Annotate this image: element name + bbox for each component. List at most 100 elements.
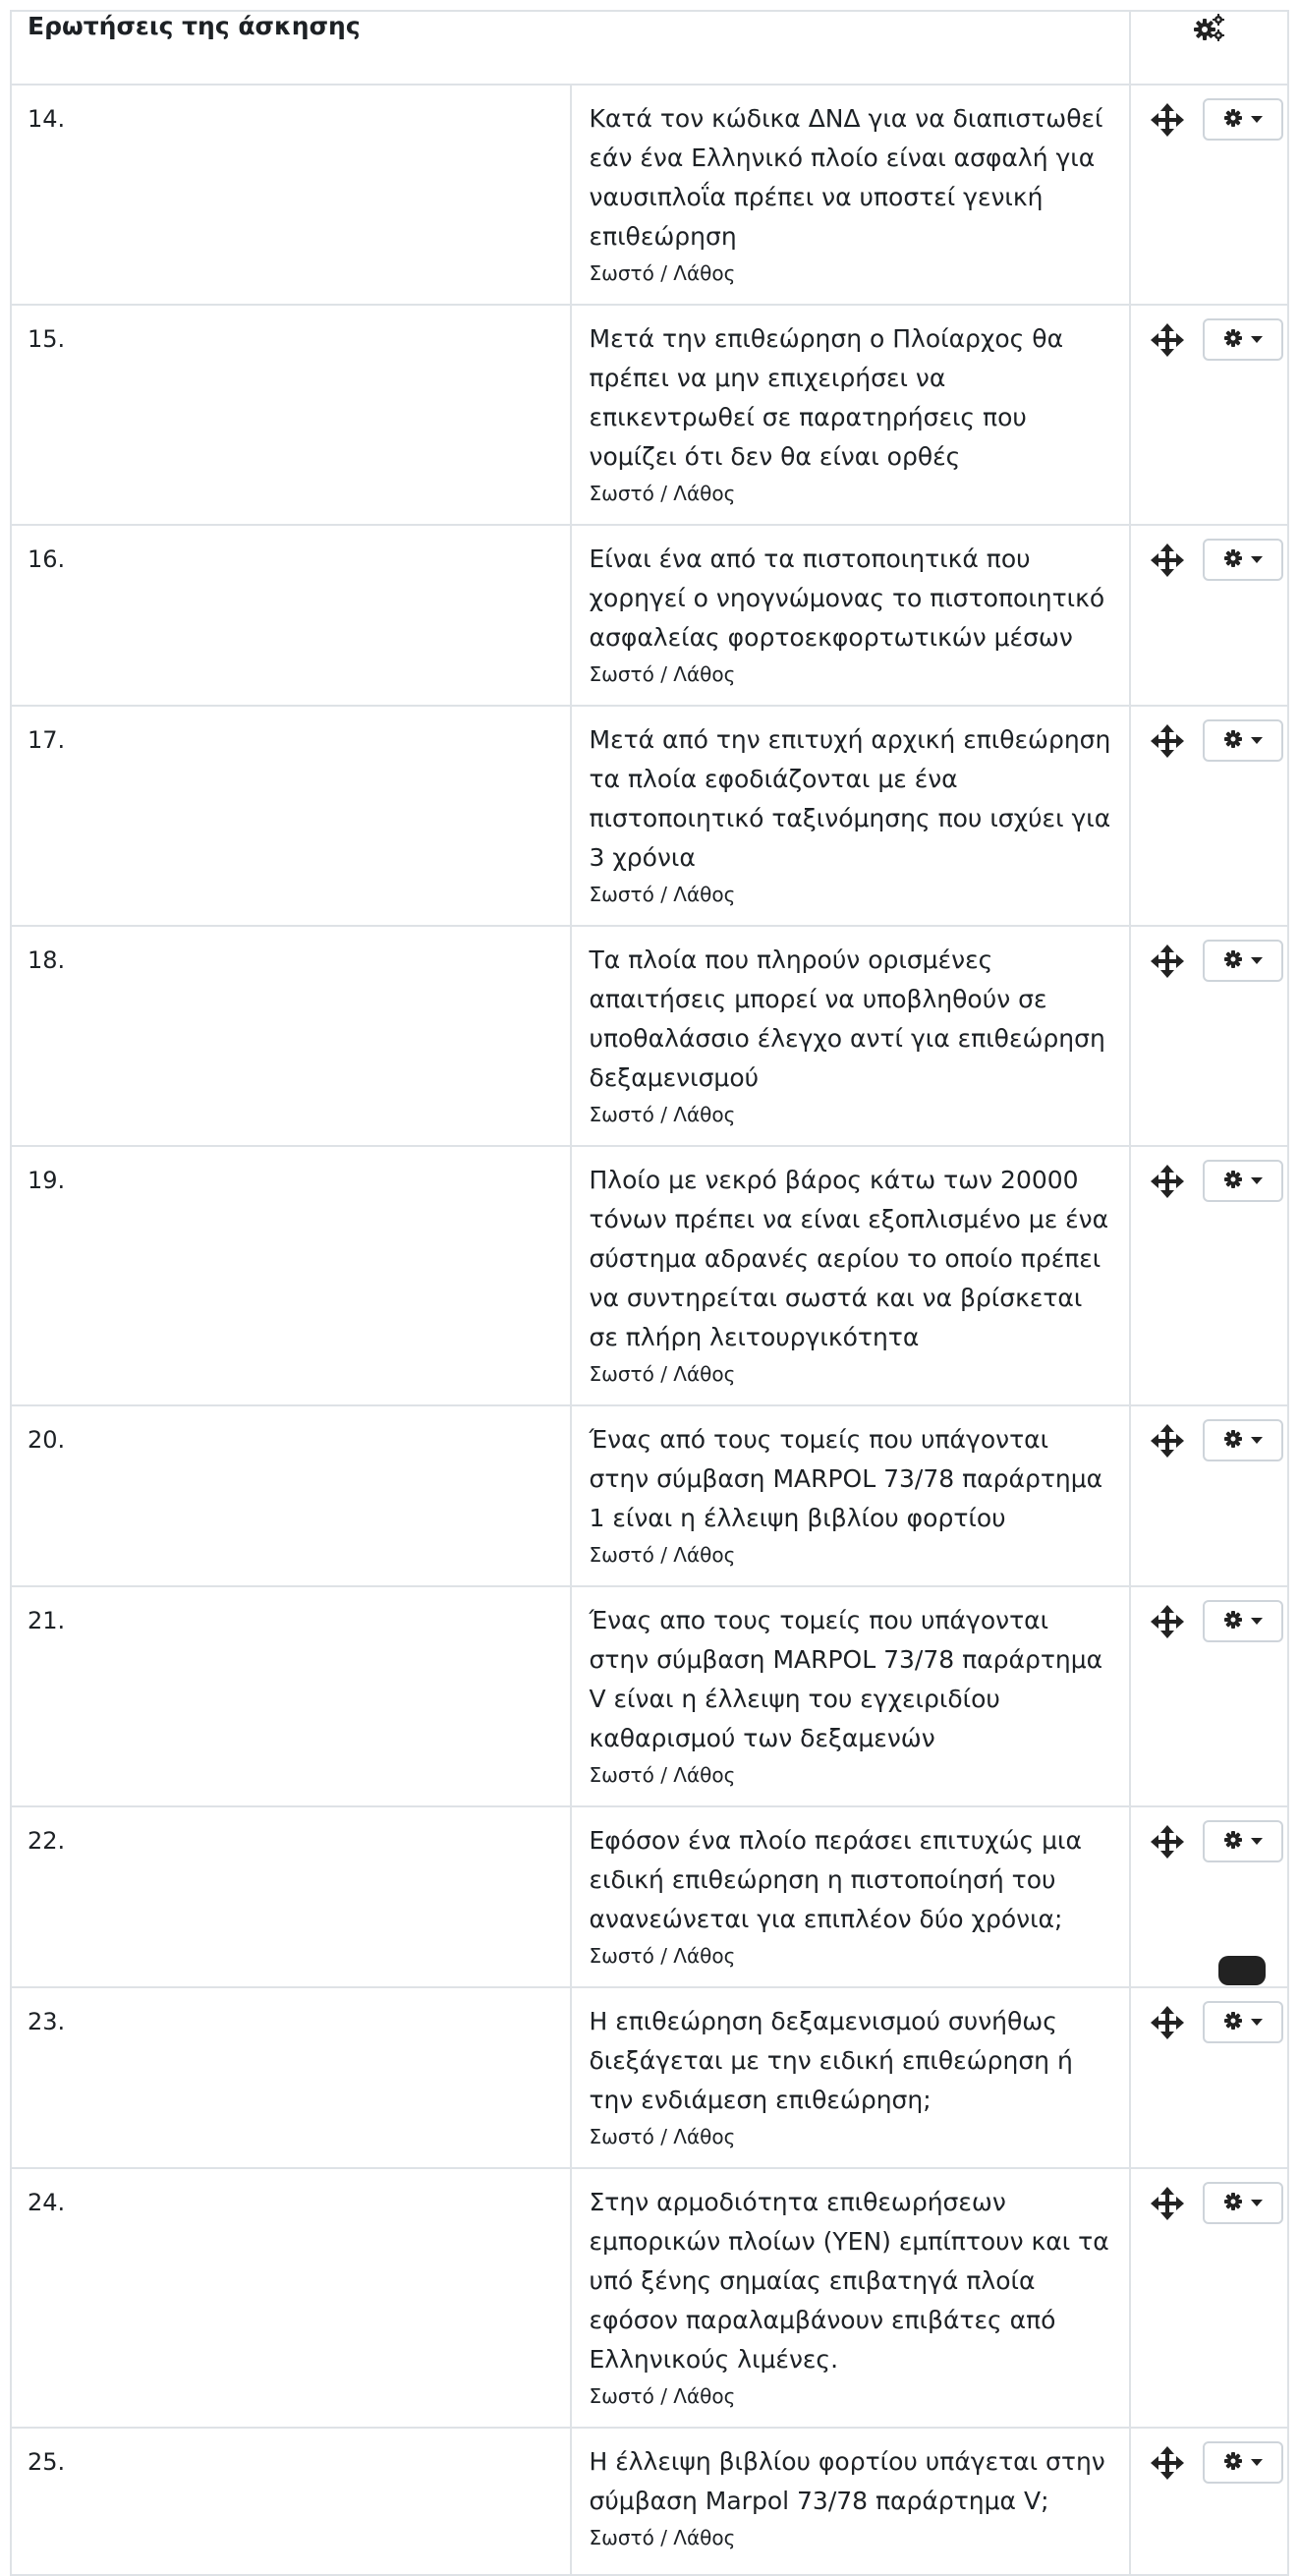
question-type: Σωστό / Λάθος	[589, 662, 736, 686]
move-arrows-icon[interactable]	[1151, 1424, 1184, 1458]
questions-table: Ερωτήσεις της άσκησης 14. Κατά τον κώδικ…	[10, 10, 1289, 2576]
question-text[interactable]: Είναι ένα από τα πιστοποιητικά που χορηγ…	[590, 540, 1112, 658]
question-type: Σωστό / Λάθος	[589, 2526, 736, 2549]
question-text[interactable]: Μετά από την επιτυχή αρχική επιθεώρηση τ…	[590, 720, 1112, 878]
question-text[interactable]: Τα πλοία που πληρούν ορισμένες απαιτήσει…	[590, 941, 1112, 1098]
question-actions-button[interactable]	[1203, 98, 1283, 141]
caret-down-icon	[1251, 1177, 1263, 1184]
question-cell: Εφόσον ένα πλοίο περάσει επιτυχώς μια ει…	[569, 1805, 1131, 1988]
question-row: 23. Η επιθεώρηση δεξαμενισμού συνήθως διε…	[10, 1986, 1289, 2169]
gear-icon	[1223, 949, 1243, 973]
question-text[interactable]: Η επιθεώρηση δεξαμενισμού συνήθως διεξάγ…	[590, 2002, 1112, 2120]
question-cell: Ένας από τους τομείς που υπάγονται στην …	[569, 1404, 1131, 1587]
question-actions-button[interactable]	[1203, 1419, 1283, 1461]
move-arrows-icon[interactable]	[1151, 2006, 1184, 2039]
question-number: 25.	[10, 2427, 572, 2576]
move-arrows-icon[interactable]	[1151, 945, 1184, 978]
caret-down-icon	[1251, 2459, 1263, 2466]
question-text[interactable]: Ένας από τους τομείς που υπάγονται στην …	[590, 1420, 1112, 1538]
move-arrows-icon[interactable]	[1151, 323, 1184, 357]
question-text[interactable]: Κατά τον κώδικα ΔΝΔ για να διαπιστωθεί ε…	[590, 99, 1112, 257]
gear-icon	[1223, 2451, 1243, 2475]
question-type: Σωστό / Λάθος	[589, 2384, 736, 2408]
move-arrows-icon[interactable]	[1151, 724, 1184, 758]
question-cell: Η επιθεώρηση δεξαμενισμού συνήθως διεξάγ…	[569, 1986, 1131, 2169]
question-actions-button[interactable]	[1203, 940, 1283, 982]
question-actions	[1129, 1986, 1289, 2169]
move-arrows-icon[interactable]	[1151, 1605, 1184, 1638]
question-text[interactable]: Μετά την επιθεώρηση ο Πλοίαρχος θα πρέπε…	[590, 319, 1112, 477]
question-row: 17. Μετά από την επιτυχή αρχική επιθεώρησ…	[10, 705, 1289, 927]
gear-icon	[1223, 729, 1243, 753]
gear-icon	[1223, 548, 1243, 572]
question-row: 21. Ένας απο τους τομείς που υπάγονται στ…	[10, 1585, 1289, 1807]
question-text[interactable]: Εφόσον ένα πλοίο περάσει επιτυχώς μια ει…	[590, 1821, 1112, 1939]
move-arrows-icon[interactable]	[1151, 2446, 1184, 2480]
question-cell: Μετά την επιθεώρηση ο Πλοίαρχος θα πρέπε…	[569, 304, 1131, 526]
question-actions-button[interactable]	[1203, 539, 1283, 581]
question-number: 14.	[10, 84, 572, 306]
question-actions	[1129, 705, 1289, 927]
question-row: 24. Στην αρμοδιότητα επιθεωρήσεων εμπορικ…	[10, 2167, 1289, 2429]
floating-button[interactable]	[1218, 1956, 1266, 1985]
question-actions	[1129, 1404, 1289, 1587]
question-actions-button[interactable]	[1203, 1820, 1283, 1862]
gear-icon	[1223, 2011, 1243, 2034]
caret-down-icon	[1251, 1618, 1263, 1625]
question-actions-button[interactable]	[1203, 2001, 1283, 2043]
question-number: 22.	[10, 1805, 572, 1988]
caret-down-icon	[1251, 957, 1263, 964]
questions-page: Ερωτήσεις της άσκησης 14. Κατά τον κώδικ…	[0, 0, 1299, 2576]
caret-down-icon	[1251, 2200, 1263, 2206]
question-actions-button[interactable]	[1203, 2441, 1283, 2484]
question-actions-button[interactable]	[1203, 1160, 1283, 1202]
question-actions	[1129, 925, 1289, 1147]
question-number: 19.	[10, 1145, 572, 1406]
caret-down-icon	[1251, 556, 1263, 563]
question-number: 16.	[10, 524, 572, 707]
question-row: 20. Ένας από τους τομείς που υπάγονται στ…	[10, 1404, 1289, 1587]
gears-icon[interactable]	[1193, 13, 1226, 42]
question-actions-button[interactable]	[1203, 719, 1283, 762]
move-arrows-icon[interactable]	[1151, 1825, 1184, 1859]
question-number: 15.	[10, 304, 572, 526]
question-cell: Είναι ένα από τα πιστοποιητικά που χορηγ…	[569, 524, 1131, 707]
gear-icon	[1223, 1170, 1243, 1193]
gear-icon	[1223, 108, 1243, 132]
question-row: 18. Τα πλοία που πληρούν ορισμένες απαιτή…	[10, 925, 1289, 1147]
question-actions	[1129, 304, 1289, 526]
question-actions-button[interactable]	[1203, 1600, 1283, 1642]
table-header-row: Ερωτήσεις της άσκησης	[10, 10, 1289, 86]
question-actions	[1129, 2167, 1289, 2429]
question-number: 24.	[10, 2167, 572, 2429]
question-cell: Τα πλοία που πληρούν ορισμένες απαιτήσει…	[569, 925, 1131, 1147]
gear-icon	[1223, 1830, 1243, 1854]
move-arrows-icon[interactable]	[1151, 103, 1184, 137]
question-actions-button[interactable]	[1203, 2182, 1283, 2224]
question-cell: Στην αρμοδιότητα επιθεωρήσεων εμπορικών …	[569, 2167, 1131, 2429]
question-text[interactable]: Η έλλειψη βιβλίου φορτίου υπάγεται στην …	[590, 2442, 1112, 2521]
move-arrows-icon[interactable]	[1151, 544, 1184, 577]
move-arrows-icon[interactable]	[1151, 2187, 1184, 2220]
question-actions-button[interactable]	[1203, 318, 1283, 361]
question-row: 25. Η έλλειψη βιβλίου φορτίου υπάγεται στ…	[10, 2427, 1289, 2576]
question-cell: Πλοίο με νεκρό βάρος κάτω των 20000 τόνω…	[569, 1145, 1131, 1406]
question-number: 17.	[10, 705, 572, 927]
question-number: 23.	[10, 1986, 572, 2169]
question-type: Σωστό / Λάθος	[589, 1763, 736, 1787]
header-settings-cell	[1129, 10, 1289, 86]
question-row: 14. Κατά τον κώδικα ΔΝΔ για να διαπιστωθε…	[10, 84, 1289, 306]
caret-down-icon	[1251, 2019, 1263, 2026]
question-text[interactable]: Ένας απο τους τομείς που υπάγονται στην …	[590, 1601, 1112, 1758]
table-title: Ερωτήσεις της άσκησης	[10, 10, 1131, 86]
question-text[interactable]: Πλοίο με νεκρό βάρος κάτω των 20000 τόνω…	[590, 1161, 1112, 1357]
question-type: Σωστό / Λάθος	[589, 2125, 736, 2148]
question-row: 19. Πλοίο με νεκρό βάρος κάτω των 20000 τ…	[10, 1145, 1289, 1406]
question-text[interactable]: Στην αρμοδιότητα επιθεωρήσεων εμπορικών …	[590, 2183, 1112, 2379]
question-type: Σωστό / Λάθος	[589, 261, 736, 285]
question-actions	[1129, 2427, 1289, 2576]
questions-body: 14. Κατά τον κώδικα ΔΝΔ για να διαπιστωθε…	[10, 84, 1289, 2576]
move-arrows-icon[interactable]	[1151, 1165, 1184, 1198]
question-type: Σωστό / Λάθος	[589, 1362, 736, 1386]
question-number: 18.	[10, 925, 572, 1147]
